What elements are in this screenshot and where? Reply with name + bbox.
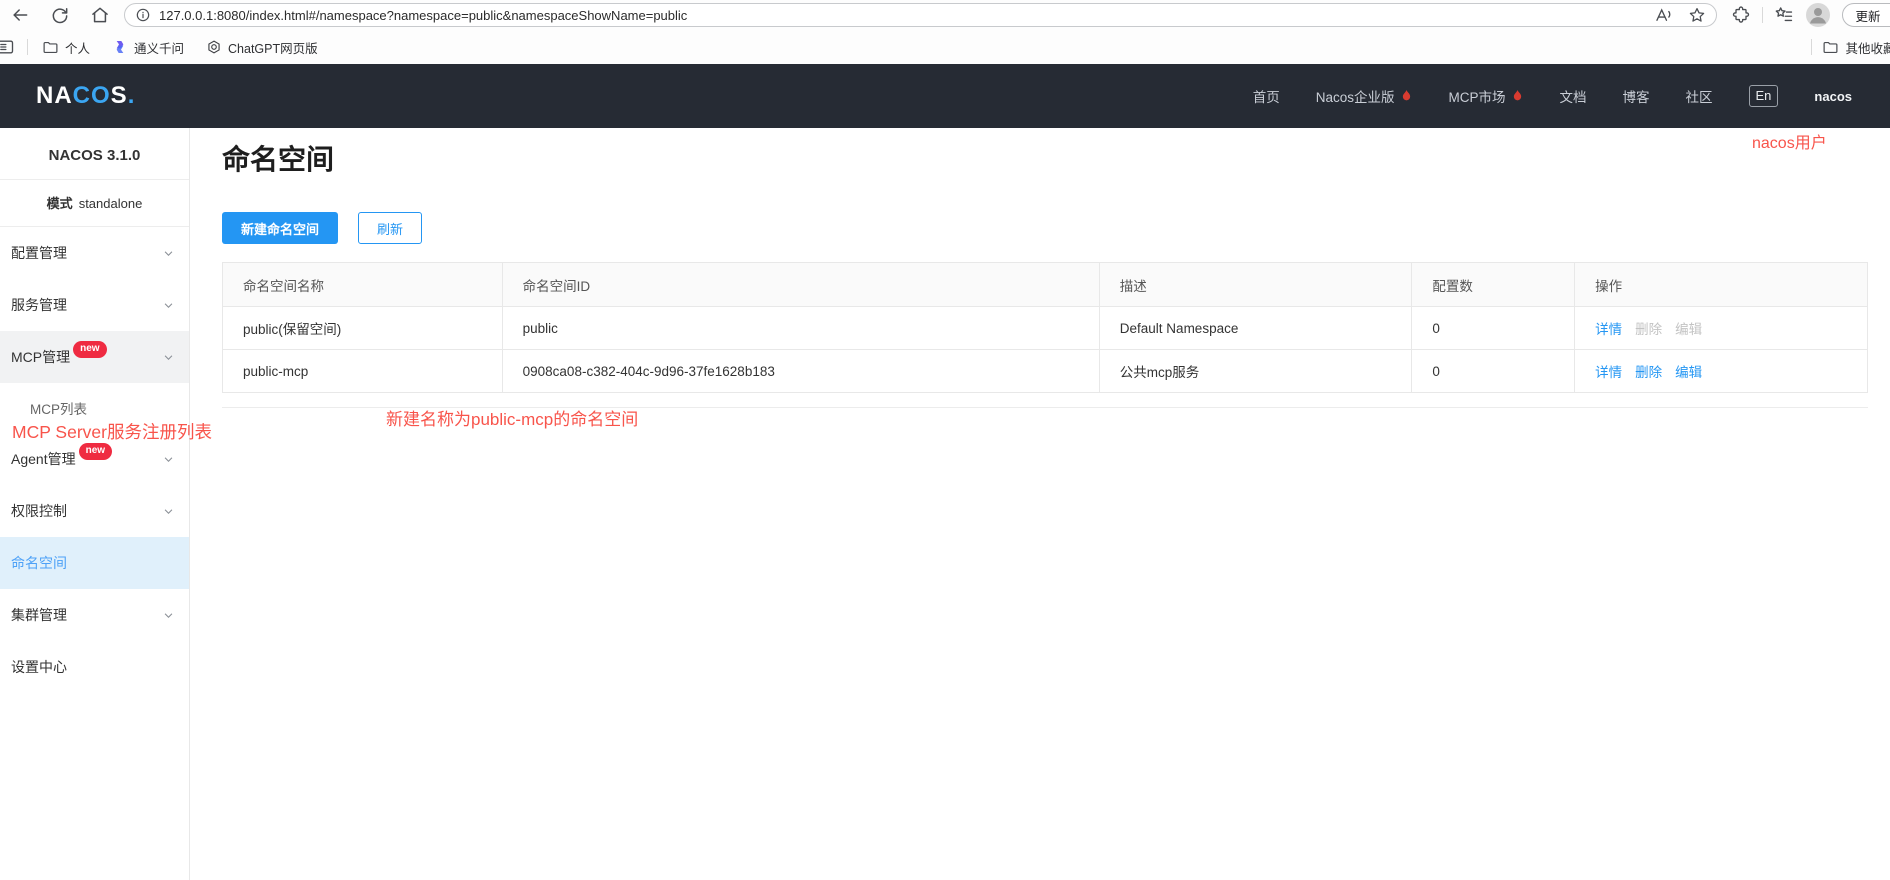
col-actions: 操作 — [1575, 263, 1868, 307]
main-content: 命名空间 新建命名空间 刷新 命名空间名称 命名空间ID 描述 配置数 操作 p… — [190, 128, 1890, 880]
nav-blog[interactable]: 博客 — [1623, 86, 1650, 106]
nav-mcp-market[interactable]: MCP市场 — [1449, 86, 1524, 106]
update-button[interactable]: 更新 ⋯ — [1842, 3, 1890, 27]
browser-toolbar: 127.0.0.1:8080/index.html#/namespace?nam… — [0, 0, 1890, 30]
cell-namespace-name: public(保留空间) — [223, 307, 503, 350]
refresh-icon[interactable] — [50, 5, 70, 25]
new-badge: new — [73, 341, 106, 358]
sidebar: NACOS 3.1.0 模式standalone 配置管理 服务管理 MCP管理… — [0, 128, 190, 880]
annotation-nacos-user: nacos用户 — [1752, 129, 1827, 153]
table-header-row: 命名空间名称 命名空间ID 描述 配置数 操作 — [223, 263, 1868, 307]
nav-home[interactable]: 首页 — [1253, 86, 1280, 106]
address-bar[interactable]: 127.0.0.1:8080/index.html#/namespace?nam… — [124, 3, 1717, 27]
chatgpt-logo-icon — [206, 39, 222, 55]
sidebar-item-namespace[interactable]: 命名空间 — [0, 537, 189, 589]
read-aloud-icon[interactable] — [1653, 6, 1672, 25]
sidebar-item-mcp[interactable]: MCP管理 new — [0, 331, 189, 383]
back-icon[interactable] — [10, 5, 30, 25]
col-description: 描述 — [1099, 263, 1412, 307]
namespace-table: 命名空间名称 命名空间ID 描述 配置数 操作 public(保留空间) pub… — [222, 262, 1868, 393]
sidebar-mode: 模式standalone — [0, 180, 189, 227]
chevron-down-icon — [163, 454, 174, 465]
toolbar-divider — [1762, 7, 1763, 23]
detail-link[interactable]: 详情 — [1595, 322, 1622, 337]
favorites-bar-icon[interactable] — [1774, 5, 1794, 25]
tab-panel-icon[interactable] — [0, 37, 15, 57]
cell-description: 公共mcp服务 — [1099, 350, 1412, 393]
url-text[interactable]: 127.0.0.1:8080/index.html#/namespace?nam… — [159, 8, 687, 23]
delete-link: 删除 — [1635, 322, 1662, 337]
cell-actions: 详情删除编辑 — [1575, 350, 1868, 393]
nacos-logo[interactable]: NACOS. — [36, 82, 135, 110]
nav-community[interactable]: 社区 — [1686, 86, 1713, 106]
chevron-down-icon — [163, 300, 174, 311]
table-row: public-mcp 0908ca08-c382-404c-9d96-37fe1… — [223, 350, 1868, 393]
site-info-icon[interactable] — [135, 7, 151, 23]
detail-link[interactable]: 详情 — [1595, 365, 1622, 380]
qianwen-logo-icon — [112, 39, 128, 55]
bookmark-folder-personal[interactable]: 个人 — [42, 38, 90, 57]
create-namespace-button[interactable]: 新建命名空间 — [222, 212, 338, 244]
cell-namespace-id: public — [502, 307, 1099, 350]
bookmarks-bar: 个人 通义千问 ChatGPT网页版 其他收藏夹 — [0, 30, 1890, 64]
language-switch[interactable]: En — [1749, 85, 1779, 107]
other-favorites[interactable]: 其他收藏夹 — [1822, 38, 1890, 57]
col-namespace-id: 命名空间ID — [502, 263, 1099, 307]
cell-config-count: 0 — [1412, 350, 1575, 393]
sidebar-item-settings[interactable]: 设置中心 — [0, 641, 189, 693]
delete-link[interactable]: 删除 — [1635, 365, 1662, 380]
browser-essentials-icon[interactable] — [1731, 5, 1751, 25]
nav-docs[interactable]: 文档 — [1560, 86, 1587, 106]
edit-link[interactable]: 编辑 — [1675, 365, 1702, 380]
home-icon[interactable] — [90, 5, 110, 25]
col-namespace-name: 命名空间名称 — [223, 263, 503, 307]
refresh-button[interactable]: 刷新 — [358, 212, 422, 244]
cell-description: Default Namespace — [1099, 307, 1412, 350]
chevron-down-icon — [163, 506, 174, 517]
chevron-down-icon — [163, 610, 174, 621]
edit-link: 编辑 — [1675, 322, 1702, 337]
sidebar-version: NACOS 3.1.0 — [0, 128, 189, 180]
annotation-new-namespace: 新建名称为public-mcp的命名空间 — [386, 405, 638, 430]
flame-icon — [1400, 89, 1413, 104]
chevron-down-icon — [163, 352, 174, 363]
chevron-down-icon — [163, 248, 174, 259]
cell-namespace-id: 0908ca08-c382-404c-9d96-37fe1628b183 — [502, 350, 1099, 393]
bookmark-chatgpt[interactable]: ChatGPT网页版 — [206, 38, 318, 57]
sidebar-item-cluster[interactable]: 集群管理 — [0, 589, 189, 641]
sidebar-item-config[interactable]: 配置管理 — [0, 227, 189, 279]
logged-in-user[interactable]: nacos — [1814, 89, 1852, 104]
cell-namespace-name: public-mcp — [223, 350, 503, 393]
table-row: public(保留空间) public Default Namespace 0 … — [223, 307, 1868, 350]
sidebar-item-auth[interactable]: 权限控制 — [0, 485, 189, 537]
flame-icon — [1511, 89, 1524, 104]
cell-actions: 详情删除编辑 — [1575, 307, 1868, 350]
bookmark-qianwen[interactable]: 通义千问 — [112, 38, 184, 57]
nav-enterprise[interactable]: Nacos企业版 — [1316, 86, 1413, 106]
favorite-star-icon[interactable] — [1688, 6, 1706, 24]
annotation-mcp-register-list: MCP Server服务注册列表 — [12, 419, 212, 444]
profile-avatar[interactable] — [1805, 2, 1831, 28]
cell-config-count: 0 — [1412, 307, 1575, 350]
sidebar-item-service[interactable]: 服务管理 — [0, 279, 189, 331]
page-title: 命名空间 — [222, 142, 1868, 178]
col-config-count: 配置数 — [1412, 263, 1575, 307]
app-header: NACOS. 首页 Nacos企业版 MCP市场 文档 博客 社区 En nac… — [0, 64, 1890, 128]
new-badge: new — [79, 443, 112, 460]
top-nav: 首页 Nacos企业版 MCP市场 文档 博客 社区 En nacos — [1253, 85, 1852, 107]
